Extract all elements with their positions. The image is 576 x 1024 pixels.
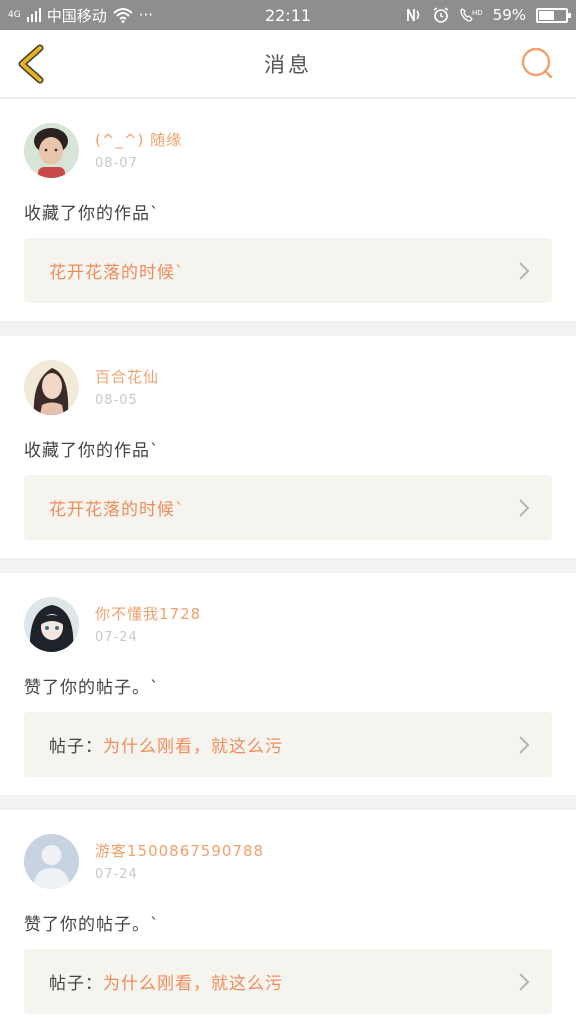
nfc-icon [406, 8, 419, 22]
ref-prefix: 帖子： [49, 974, 103, 994]
ref-title: 花开花落的时候` [49, 263, 185, 283]
message-item: (^_^) 随缘 08-07 收藏了你的作品` 花开花落的时候` [0, 99, 576, 321]
battery-percent: 59% [492, 6, 526, 24]
status-right: HD 59% [405, 6, 571, 24]
user-name[interactable]: (^_^) 随缘 [95, 129, 182, 150]
hd-call-icon: HD [460, 8, 483, 22]
back-icon[interactable] [14, 44, 48, 84]
avatar[interactable] [24, 834, 79, 889]
status-bar: 4G 中国移动 ··· 22:11 HD 59% [0, 0, 576, 30]
referenced-post[interactable]: 帖子： 为什么刚看，就这么污 [24, 712, 552, 777]
ref-title: 花开花落的时候` [49, 500, 185, 520]
chevron-right-icon [519, 499, 530, 517]
svg-text:HD: HD [472, 9, 483, 17]
message-date: 08-05 [95, 393, 138, 408]
battery-icon [536, 7, 571, 23]
action-text: 收藏了你的作品` [24, 204, 160, 224]
network-type: 4G [8, 9, 21, 20]
action-text: 赞了你的帖子。` [24, 915, 160, 935]
ref-title: 为什么刚看，就这么污 [103, 737, 283, 757]
search-icon[interactable] [520, 46, 554, 80]
avatar[interactable] [24, 597, 79, 652]
user-name[interactable]: 百合花仙 [95, 366, 159, 387]
chevron-right-icon [519, 262, 530, 280]
message-item: 你不懂我1728 07-24 赞了你的帖子。` 帖子： 为什么刚看，就这么污 [0, 573, 576, 795]
message-item: 游客1500867590788 07-24 赞了你的帖子。` 帖子： 为什么刚看… [0, 810, 576, 1024]
referenced-post[interactable]: 花开花落的时候` [24, 238, 552, 303]
action-text: 赞了你的帖子。` [24, 678, 160, 698]
status-left: 4G 中国移动 ··· [8, 5, 405, 26]
chevron-right-icon [519, 736, 530, 754]
referenced-post[interactable]: 花开花落的时候` [24, 475, 552, 540]
user-name[interactable]: 游客1500867590788 [95, 840, 264, 861]
nav-bar: 消息 [0, 30, 576, 98]
carrier-name: 中国移动 [46, 6, 107, 25]
action-text: 收藏了你的作品` [24, 441, 160, 461]
avatar[interactable] [24, 123, 79, 178]
signal-icon [26, 8, 41, 22]
user-name[interactable]: 你不懂我1728 [95, 603, 201, 624]
referenced-post[interactable]: 帖子： 为什么刚看，就这么污 [24, 949, 552, 1014]
message-date: 07-24 [95, 867, 138, 882]
ref-prefix: 帖子： [49, 737, 103, 757]
chevron-right-icon [519, 973, 530, 991]
message-date: 07-24 [95, 630, 138, 645]
message-item: 百合花仙 08-05 收藏了你的作品` 花开花落的时候` [0, 336, 576, 558]
ref-title: 为什么刚看，就这么污 [103, 974, 283, 994]
avatar[interactable] [24, 360, 79, 415]
more-indicator: ··· [138, 6, 154, 24]
battery-level [539, 10, 554, 20]
wifi-icon [113, 8, 133, 23]
page-title: 消息 [264, 52, 312, 77]
alarm-icon [433, 7, 449, 23]
message-date: 08-07 [95, 156, 138, 171]
